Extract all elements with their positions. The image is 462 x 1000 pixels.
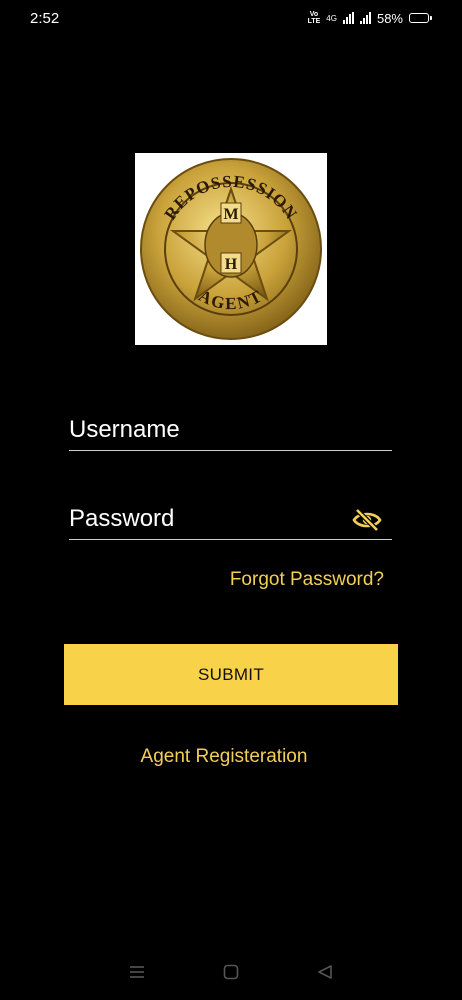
svg-text:H: H [225, 256, 238, 273]
app-logo: M H REPOSSESSION AGENT [135, 153, 327, 345]
battery-icon [409, 13, 432, 23]
square-icon [223, 964, 239, 980]
password-input[interactable] [69, 505, 349, 539]
status-time: 2:52 [30, 9, 60, 27]
triangle-back-icon [318, 965, 332, 979]
forgot-password-link[interactable]: Forgot Password? [230, 569, 384, 591]
recents-button[interactable] [125, 960, 149, 984]
submit-button[interactable]: SUBMIT [64, 644, 398, 705]
agent-registration-link[interactable]: Agent Registeration [0, 746, 448, 768]
svg-text:M: M [223, 206, 238, 223]
password-field-container [69, 505, 392, 540]
eye-off-icon[interactable] [352, 507, 382, 533]
status-icons: Vo LTE 4G 58% [308, 11, 432, 26]
status-bar: 2:52 Vo LTE 4G 58% [0, 0, 462, 36]
username-field-container [69, 416, 392, 451]
repossession-agent-badge-icon: M H REPOSSESSION AGENT [140, 158, 322, 340]
menu-icon [130, 966, 144, 978]
username-input[interactable] [69, 416, 349, 450]
back-button[interactable] [313, 960, 337, 984]
home-button[interactable] [219, 960, 243, 984]
network-type: 4G [326, 13, 337, 23]
battery-percent: 58% [376, 10, 403, 26]
signal-icon [342, 12, 354, 24]
volte-icon: Vo LTE [307, 11, 321, 25]
system-nav-bar [0, 944, 462, 1000]
signal-icon-2 [359, 12, 371, 24]
